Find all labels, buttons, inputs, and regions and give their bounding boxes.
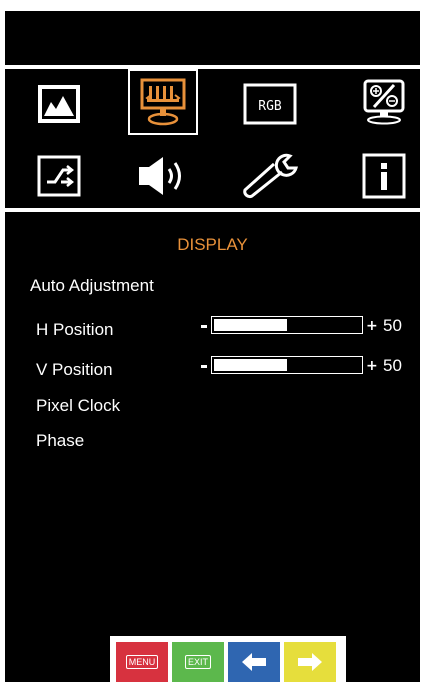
slider-track[interactable]	[211, 316, 363, 334]
picture-icon[interactable]	[24, 71, 94, 137]
left-arrow-icon	[242, 653, 266, 671]
v-position-label[interactable]: V Position	[36, 360, 113, 380]
plus-icon: +	[366, 318, 378, 334]
right-arrow-icon	[298, 653, 322, 671]
slider-track[interactable]	[211, 356, 363, 374]
right-arrow-button[interactable]	[284, 642, 336, 682]
menu-button-label: MENU	[125, 655, 159, 669]
display-icon[interactable]	[128, 69, 198, 135]
pixel-clock-item[interactable]: Pixel Clock	[36, 396, 120, 416]
exit-button[interactable]: EXIT	[172, 642, 224, 682]
v-position-slider[interactable]: + 50	[201, 356, 411, 376]
h-position-label[interactable]: H Position	[36, 320, 113, 340]
v-position-value: 50	[383, 356, 402, 375]
h-position-slider[interactable]: + 50	[201, 316, 411, 336]
input-source-icon[interactable]	[24, 143, 94, 209]
svg-text:RGB: RGB	[258, 99, 282, 114]
plus-icon: +	[366, 358, 378, 374]
page-title: DISPLAY	[177, 235, 248, 254]
audio-icon[interactable]	[128, 143, 198, 209]
h-position-value: 50	[383, 316, 402, 335]
minus-icon	[201, 365, 207, 368]
bottom-button-bar: MENU EXIT	[110, 636, 346, 682]
auto-adjustment-item[interactable]: Auto Adjustment	[30, 276, 154, 296]
settings-wrench-icon[interactable]	[235, 143, 305, 209]
exit-button-label: EXIT	[184, 655, 211, 669]
osd-panel: RGB DISPLAY Auto Adjustment H Position +…	[5, 11, 420, 682]
top-band	[5, 11, 420, 65]
phase-item[interactable]: Phase	[36, 431, 84, 451]
category-icon-grid: RGB	[5, 69, 420, 208]
menu-button[interactable]: MENU	[116, 642, 168, 682]
slider-fill	[214, 319, 287, 331]
slider-fill	[214, 359, 287, 371]
color-adjust-icon[interactable]	[349, 69, 419, 135]
info-icon[interactable]	[349, 143, 419, 209]
minus-icon	[201, 325, 207, 328]
left-arrow-button[interactable]	[228, 642, 280, 682]
rgb-icon[interactable]: RGB	[235, 71, 305, 137]
settings-content: DISPLAY Auto Adjustment H Position + 50 …	[5, 211, 420, 682]
